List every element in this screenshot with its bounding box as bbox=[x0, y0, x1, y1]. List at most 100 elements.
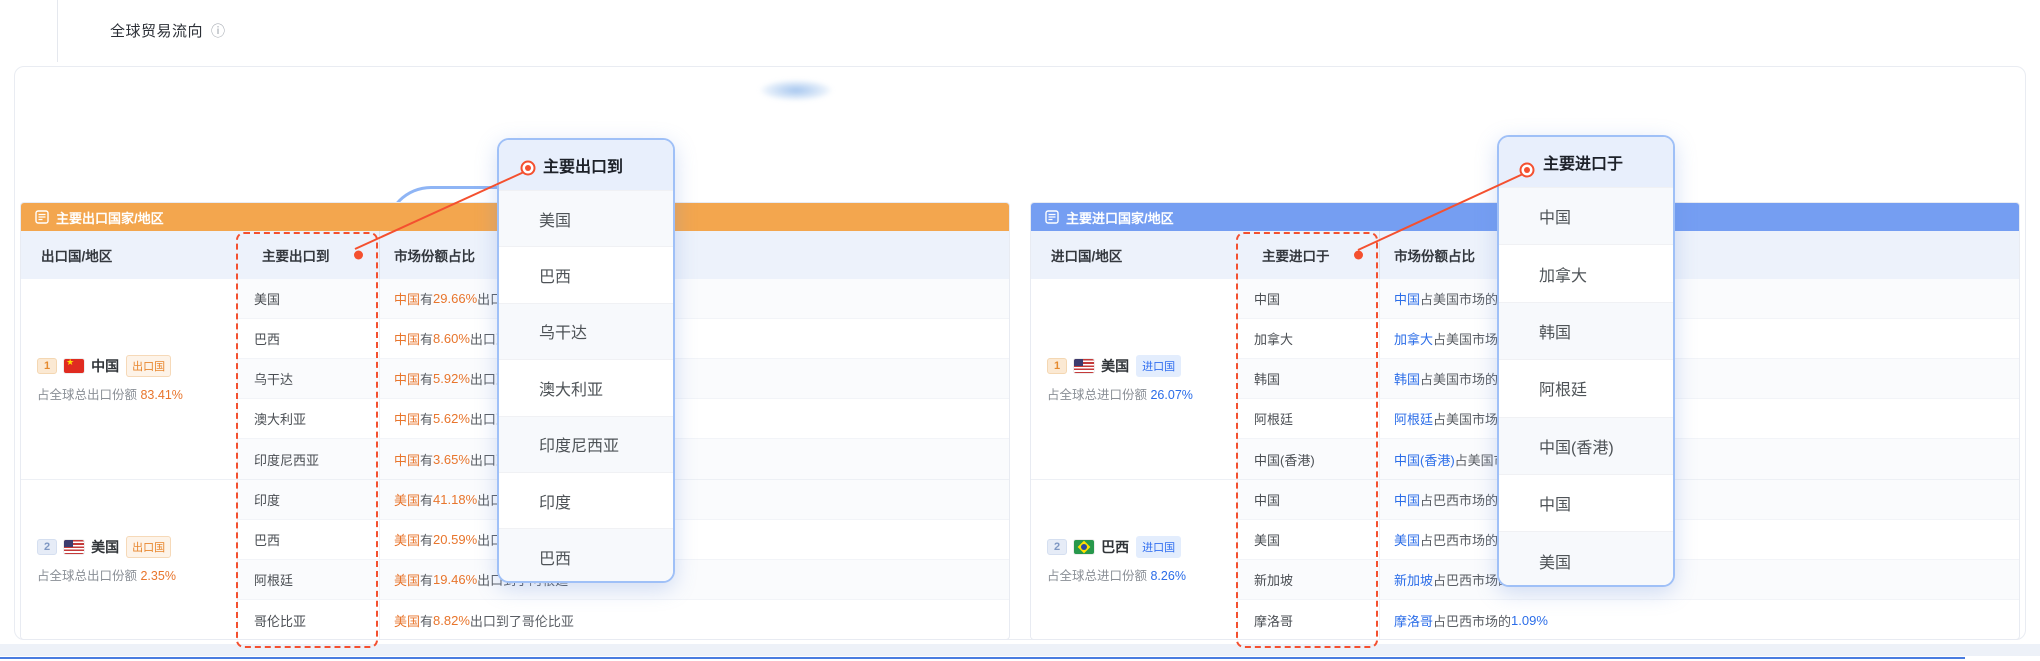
watermark-smudge bbox=[752, 76, 862, 102]
partner-cell: 中国(香港) bbox=[1238, 439, 1379, 479]
country-tag: 进口国 bbox=[1136, 355, 1181, 377]
share-text-part: 中国 bbox=[394, 289, 420, 308]
share-text-part: 中国 bbox=[1394, 490, 1420, 509]
share-cell: 中国(香港)占美国市 bbox=[1379, 439, 2019, 479]
share-text-part: 占美国市场的 bbox=[1420, 289, 1498, 308]
global-share: 占全球总进口份额 8.26% bbox=[1047, 565, 1237, 584]
global-share-label: 占全球总出口份额 bbox=[37, 388, 140, 402]
partner-cell: 摩洛哥 bbox=[1238, 600, 1379, 640]
country-cell: 1美国进口国占全球总进口份额 26.07% bbox=[1031, 279, 1238, 479]
share-cell: 韩国占美国市场的 bbox=[1379, 359, 2019, 398]
share-cell: 美国有 41.18% 出口到了印度 bbox=[379, 480, 1009, 519]
col-market-share: 市场份额占比 bbox=[1379, 231, 2019, 279]
table-row: 摩洛哥摩洛哥占巴西市场的 1.09% bbox=[1238, 600, 2019, 640]
popup-item[interactable]: 巴西 bbox=[499, 528, 673, 583]
share-text-part: 中国 bbox=[394, 450, 420, 469]
global-share-value: 26.07% bbox=[1150, 388, 1192, 402]
share-cell: 中国有 3.65% 出口到了印度尼西亚 bbox=[379, 439, 1009, 479]
popup-item[interactable]: 阿根廷 bbox=[1499, 359, 1673, 416]
country-line: 1美国进口国 bbox=[1047, 355, 1237, 377]
popup-item[interactable]: 中国 bbox=[1499, 187, 1673, 244]
share-text-part: 8.82% bbox=[433, 613, 470, 628]
page-header: 全球贸易流向 ⓘ bbox=[110, 20, 225, 41]
share-cell: 摩洛哥占巴西市场的 1.09% bbox=[1379, 600, 2019, 640]
import-table-title: 主要进口国家/地区 bbox=[1066, 208, 1174, 227]
partner-cell: 澳大利亚 bbox=[238, 399, 379, 438]
country-cell: 1中国出口国占全球总出口份额 83.41% bbox=[21, 279, 238, 479]
popup-item[interactable]: 澳大利亚 bbox=[499, 359, 673, 415]
export-popup-title: 主要出口到 bbox=[499, 140, 673, 190]
global-share: 占全球总出口份额 2.35% bbox=[37, 565, 237, 584]
annotation-dot-export bbox=[354, 251, 363, 260]
share-text-part: 中国(香港) bbox=[1394, 450, 1455, 469]
share-text-part: 中国 bbox=[1394, 289, 1420, 308]
share-text-part: 摩洛哥 bbox=[1394, 611, 1433, 630]
partner-cell: 阿根廷 bbox=[238, 560, 379, 599]
country-line: 2巴西进口国 bbox=[1047, 536, 1237, 558]
share-text-part: 加拿大 bbox=[1394, 329, 1433, 348]
partner-cell: 印度 bbox=[238, 480, 379, 519]
popup-item[interactable]: 韩国 bbox=[1499, 302, 1673, 359]
share-text-part: 5.92% bbox=[433, 371, 470, 386]
share-cell: 中国有 5.62% 出口到了澳大利亚 bbox=[379, 399, 1009, 438]
share-text-part: 29.66% bbox=[433, 291, 477, 306]
info-icon[interactable]: ⓘ bbox=[211, 21, 225, 41]
country-name: 美国 bbox=[1101, 356, 1129, 376]
col-import-from-label: 主要进口于 bbox=[1262, 245, 1330, 265]
share-text-part: 中国 bbox=[394, 369, 420, 388]
export-popup-items: 美国巴西乌干达澳大利亚印度尼西亚印度巴西 bbox=[499, 190, 673, 583]
share-cell: 中国占美国市场的 bbox=[1379, 279, 2019, 318]
partner-cell: 美国 bbox=[238, 279, 379, 318]
global-share-value: 2.35% bbox=[140, 569, 175, 583]
global-share: 占全球总出口份额 83.41% bbox=[37, 384, 237, 403]
import-popup-items: 中国加拿大韩国阿根廷中国(香港)中国美国 bbox=[1499, 187, 1673, 587]
share-text-part: 3.65% bbox=[433, 452, 470, 467]
share-text-part: 出口到了哥伦比亚 bbox=[470, 611, 574, 630]
share-text-part: 韩国 bbox=[1394, 369, 1420, 388]
partner-cell: 乌干达 bbox=[238, 359, 379, 398]
country-tag: 出口国 bbox=[126, 536, 171, 558]
col-export-to-label: 主要出口到 bbox=[262, 245, 330, 265]
share-text-part: 有 bbox=[420, 490, 433, 509]
bottom-band bbox=[0, 644, 2040, 656]
share-text-part: 有 bbox=[420, 530, 433, 549]
share-text-part: 美国 bbox=[394, 490, 420, 509]
share-cell: 新加坡占巴西市场的 bbox=[1379, 560, 2019, 599]
table-list-icon bbox=[1045, 210, 1059, 224]
share-text-part: 占美国市场的 bbox=[1420, 369, 1498, 388]
country-line: 1中国出口国 bbox=[37, 355, 237, 377]
popup-item[interactable]: 印度尼西亚 bbox=[499, 416, 673, 472]
share-text-part: 美国 bbox=[1394, 530, 1420, 549]
country-cell: 2美国出口国占全球总出口份额 2.35% bbox=[21, 480, 238, 640]
share-text-part: 美国 bbox=[394, 530, 420, 549]
popup-item[interactable]: 中国(香港) bbox=[1499, 417, 1673, 474]
popup-item[interactable]: 印度 bbox=[499, 472, 673, 528]
popup-item[interactable]: 乌干达 bbox=[499, 303, 673, 359]
popup-item[interactable]: 美国 bbox=[1499, 531, 1673, 587]
popup-item[interactable]: 中国 bbox=[1499, 474, 1673, 531]
partner-cell: 哥伦比亚 bbox=[238, 600, 379, 640]
share-cell: 阿根廷占美国市场的 bbox=[1379, 399, 2019, 438]
share-text-part: 占巴西市场的 bbox=[1433, 611, 1511, 630]
share-text-part: 阿根廷 bbox=[1394, 409, 1433, 428]
share-cell: 中国有 8.60% 出口到了巴西 bbox=[379, 319, 1009, 358]
import-popup-title: 主要进口于 bbox=[1499, 137, 1673, 187]
rank-badge: 2 bbox=[1047, 539, 1067, 555]
popup-item[interactable]: 美国 bbox=[499, 190, 673, 246]
share-text-part: 1.09% bbox=[1511, 613, 1548, 628]
popup-item[interactable]: 巴西 bbox=[499, 246, 673, 302]
share-text-part: 有 bbox=[420, 570, 433, 589]
col-importer: 进口国/地区 bbox=[1031, 231, 1238, 279]
share-text-part: 美国 bbox=[394, 611, 420, 630]
left-divider bbox=[57, 0, 58, 62]
import-sources-popup: 主要进口于 中国加拿大韩国阿根廷中国(香港)中国美国 bbox=[1497, 135, 1675, 587]
share-text-part: 5.62% bbox=[433, 411, 470, 426]
share-text-part: 有 bbox=[420, 329, 433, 348]
partner-cell: 中国 bbox=[1238, 480, 1379, 519]
popup-item[interactable]: 加拿大 bbox=[1499, 244, 1673, 301]
global-share-value: 83.41% bbox=[140, 388, 182, 402]
country-tag: 进口国 bbox=[1136, 536, 1181, 558]
share-text-part: 新加坡 bbox=[1394, 570, 1433, 589]
global-share-label: 占全球总进口份额 bbox=[1047, 388, 1150, 402]
global-share: 占全球总进口份额 26.07% bbox=[1047, 384, 1237, 403]
